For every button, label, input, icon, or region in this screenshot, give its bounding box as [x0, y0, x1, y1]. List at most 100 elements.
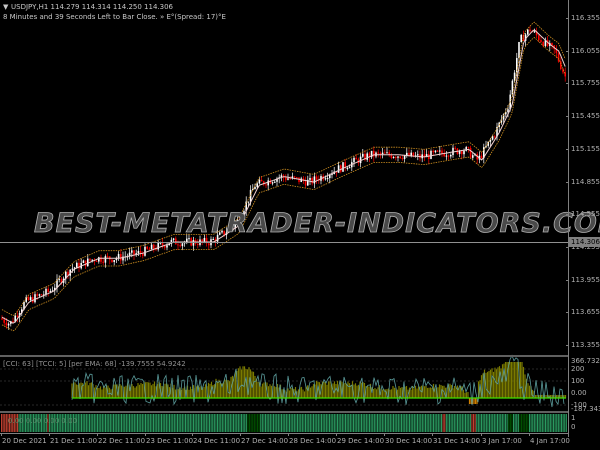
trend-bar: [413, 414, 415, 432]
trend-bar: [289, 414, 291, 432]
trend-bar: [253, 414, 255, 432]
panel-separator[interactable]: [0, 355, 568, 357]
bull-candle: [337, 165, 340, 173]
trend-bar: [386, 414, 388, 432]
trend-bar: [146, 414, 148, 432]
trend-bar: [313, 414, 315, 432]
trend-bar: [471, 414, 473, 432]
trend-bar: [377, 414, 379, 432]
bear-candle: [89, 258, 91, 261]
trend-bar: [329, 414, 331, 432]
price-axis[interactable]: [568, 0, 569, 437]
trend-bar: [506, 414, 508, 432]
trend-bar: [522, 414, 524, 432]
moving-average-line: [1, 29, 566, 324]
trend-bar: [433, 414, 435, 432]
trend-bar: [492, 414, 494, 432]
cci-scale-label: -187.3439: [571, 405, 600, 413]
trend-bar: [565, 414, 567, 432]
price-tick: [566, 148, 569, 150]
trend-bar: [393, 414, 395, 432]
trend-bar: [231, 414, 233, 432]
trend-bar: [77, 414, 79, 432]
trend-bar: [351, 414, 353, 432]
bear-candle: [27, 297, 30, 301]
bear-candle: [177, 244, 179, 246]
trend-bar: [293, 414, 295, 432]
current-price-label: 114.306: [569, 237, 600, 247]
trend-bar: [449, 414, 451, 432]
trend-bar: [305, 414, 307, 432]
cci-scale-label: 0.00: [571, 389, 587, 397]
trend-bar: [533, 414, 535, 432]
trend-bar: [426, 414, 428, 432]
trend-bar: [476, 414, 478, 432]
trend-bar: [113, 414, 115, 432]
trend-bar: [151, 414, 153, 432]
trend-bar: [519, 414, 521, 432]
bull-candle: [181, 243, 184, 247]
trend-bar: [282, 414, 284, 432]
bull-candle: [381, 152, 384, 155]
bear-candle: [494, 136, 496, 138]
bull-candle: [71, 268, 74, 270]
time-label: 23 Dec 11:00: [146, 437, 194, 445]
trend-bar: [124, 414, 126, 432]
trend-bar: [487, 414, 489, 432]
bull-candle: [166, 245, 168, 248]
price-tick: [566, 50, 569, 52]
trend-bar: [333, 414, 335, 432]
price-tick: [566, 83, 569, 85]
cci-scale-label: 200: [571, 365, 585, 373]
bear-candle: [161, 242, 164, 246]
trend-bar: [109, 414, 111, 432]
trend-bar: [428, 414, 430, 432]
bear-candle: [461, 151, 463, 155]
bull-candle: [324, 178, 327, 180]
time-label: 24 Dec 11:00: [193, 437, 241, 445]
bull-candle: [533, 31, 536, 33]
trend-bar: [321, 414, 323, 432]
trend-bar: [380, 414, 382, 432]
trend-bar: [249, 414, 251, 432]
trend-bar: [458, 414, 460, 432]
trend-bar: [237, 414, 239, 432]
trend-bar: [389, 414, 391, 432]
trend-bar: [372, 414, 374, 432]
trend-bar: [215, 414, 217, 432]
bull-candle: [417, 154, 419, 156]
main-chart[interactable]: [0, 0, 568, 432]
trend-bar: [388, 414, 390, 432]
trend-bar: [343, 414, 345, 432]
trend-bar: [479, 414, 481, 432]
trend-bar: [117, 414, 119, 432]
bear-candle: [289, 178, 291, 180]
trend-bar: [361, 414, 363, 432]
price-label: 113.655: [571, 308, 600, 317]
trend-bar: [509, 414, 511, 432]
bull-candle: [76, 262, 78, 268]
bear-candle: [260, 179, 263, 182]
trend-bar: [260, 414, 262, 432]
bull-candle: [113, 260, 115, 262]
trend-bar: [244, 414, 246, 432]
trend-bar: [311, 414, 313, 432]
trend-bar: [269, 414, 271, 432]
time-label: 22 Dec 11:00: [98, 437, 146, 445]
trend-bar: [271, 414, 273, 432]
trend-bar: [175, 414, 177, 432]
trend-bar: [162, 414, 164, 432]
trend-bar: [106, 414, 108, 432]
panel-separator[interactable]: [0, 411, 568, 413]
bear-candle: [432, 150, 434, 153]
trend-bar: [212, 414, 214, 432]
bull-candle: [137, 251, 140, 254]
trend-bar: [82, 414, 84, 432]
trend-bar: [191, 414, 193, 432]
trend-bar: [156, 414, 158, 432]
bear-candle: [84, 260, 87, 267]
time-tick: [240, 433, 241, 436]
bear-candle: [377, 152, 379, 154]
symbol-icon[interactable]: ▼: [3, 3, 8, 11]
trend-bar: [466, 414, 468, 432]
